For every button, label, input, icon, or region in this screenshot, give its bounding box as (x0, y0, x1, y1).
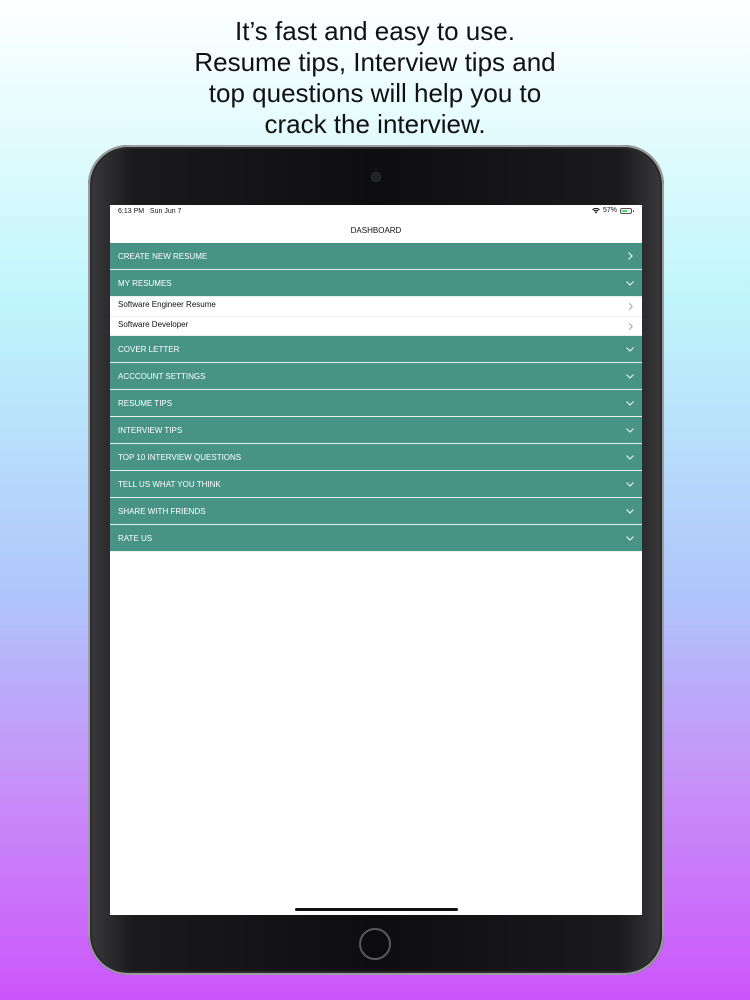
home-indicator[interactable] (295, 908, 458, 911)
chevron-right-icon (628, 252, 633, 260)
menu-label: INTERVIEW TIPS (118, 426, 183, 435)
menu-my-resumes[interactable]: MY RESUMES (110, 270, 642, 297)
app-screen: 6:13 PM Sun Jun 7 57% DASHBOARD CREATE N… (110, 205, 642, 915)
battery-icon (620, 207, 634, 214)
chevron-down-icon (626, 536, 634, 541)
menu-feedback[interactable]: TELL US WHAT YOU THINK (110, 471, 642, 498)
menu-rate-us[interactable]: RATE US (110, 525, 642, 552)
chevron-down-icon (626, 482, 634, 487)
chevron-right-icon (628, 322, 633, 330)
status-right: 57% (592, 207, 634, 214)
chevron-down-icon (626, 509, 634, 514)
menu-account-settings[interactable]: ACCCOUNT SETTINGS (110, 363, 642, 390)
headline-line-3: top questions will help you to (208, 78, 542, 108)
menu-create-new-resume[interactable]: CREATE NEW RESUME (110, 243, 642, 270)
menu-label: CREATE NEW RESUME (118, 252, 208, 261)
chevron-down-icon (626, 401, 634, 406)
menu-label: MY RESUMES (118, 279, 172, 288)
chevron-down-icon (626, 455, 634, 460)
chevron-down-icon (626, 347, 634, 352)
menu-share[interactable]: SHARE WITH FRIENDS (110, 498, 642, 525)
battery-fill (622, 209, 627, 212)
resume-item-software-engineer[interactable]: Software Engineer Resume (110, 297, 642, 317)
chevron-right-icon (628, 303, 633, 310)
resume-item-label: Software Engineer Resume (118, 300, 216, 309)
headline-line-4: crack the interview. (264, 109, 486, 139)
marketing-headline: It’s fast and easy to use. Resume tips, … (0, 16, 750, 140)
status-time: 6:13 PM (118, 208, 145, 215)
menu-label: ACCCOUNT SETTINGS (118, 372, 206, 381)
menu-label: SHARE WITH FRIENDS (118, 507, 206, 516)
chevron-down-icon (626, 374, 634, 379)
menu-resume-tips[interactable]: RESUME TIPS (110, 390, 642, 417)
headline-line-2: Resume tips, Interview tips and (194, 47, 556, 77)
resume-item-label: Software Developer (118, 319, 189, 329)
chevron-down-icon (626, 281, 634, 286)
home-button[interactable] (359, 928, 391, 960)
status-bar: 6:13 PM Sun Jun 7 57% (110, 205, 642, 219)
battery-percent: 57% (602, 207, 617, 214)
menu-top-questions[interactable]: TOP 10 INTERVIEW QUESTIONS (110, 444, 642, 471)
menu-label: RATE US (118, 534, 153, 543)
menu-interview-tips[interactable]: INTERVIEW TIPS (110, 417, 642, 444)
menu-label: RESUME TIPS (118, 399, 173, 408)
menu-label: COVER LETTER (118, 345, 180, 354)
menu-cover-letter[interactable]: COVER LETTER (110, 336, 642, 363)
menu-label: TOP 10 INTERVIEW QUESTIONS (118, 453, 242, 462)
chevron-down-icon (626, 428, 634, 433)
headline-line-1: It’s fast and easy to use. (235, 16, 515, 46)
status-time-date: 6:13 PM Sun Jun 7 (118, 208, 181, 215)
tablet-frame: 6:13 PM Sun Jun 7 57% DASHBOARD CREATE N… (88, 145, 664, 975)
wifi-icon (592, 207, 600, 213)
resume-item-software-developer[interactable]: Software Developer (110, 316, 642, 336)
nav-title: DASHBOARD (350, 226, 402, 235)
menu-label: TELL US WHAT YOU THINK (118, 480, 221, 489)
status-date: Sun Jun 7 (149, 208, 182, 215)
camera-icon (372, 173, 380, 181)
